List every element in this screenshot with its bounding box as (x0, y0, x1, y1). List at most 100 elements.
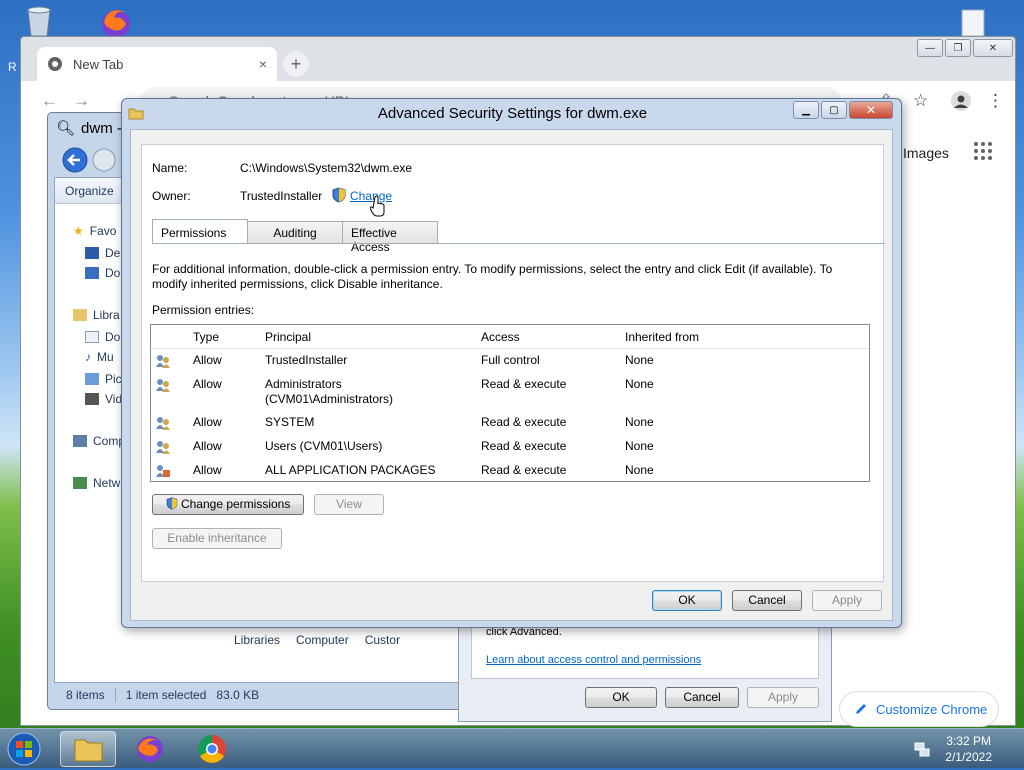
back-arrow-icon[interactable]: ← (41, 91, 58, 111)
table-header: Type Principal Access Inherited from (151, 325, 869, 349)
cancel-button[interactable]: Cancel (732, 590, 802, 611)
row-type: Allow (193, 415, 222, 429)
uac-shield-icon (166, 497, 177, 510)
profile-avatar-icon[interactable] (951, 91, 971, 111)
bookmark-star-icon[interactable]: ☆ (913, 91, 928, 111)
customize-chrome-button[interactable]: Customize Chrome (839, 691, 999, 727)
column-principal[interactable]: Principal (265, 330, 311, 344)
view-button[interactable]: View (314, 494, 384, 515)
access-control-help-link[interactable]: Learn about access control and permissio… (486, 654, 701, 666)
tree-item-libraries[interactable]: Libra (73, 308, 120, 322)
chrome-restore-button[interactable]: ❐ (945, 39, 971, 57)
tree-item-videos[interactable]: Vid (85, 392, 122, 406)
taskbar-chrome-button[interactable] (184, 731, 240, 767)
row-access: Read & execute (481, 377, 567, 391)
libraries-link[interactable]: Libraries (234, 633, 280, 647)
chrome-tab[interactable]: New Tab × (37, 47, 277, 81)
advanced-security-dialog: Advanced Security Settings for dwm.exe ▁… (121, 98, 902, 628)
chrome-tab-title: New Tab (73, 56, 124, 72)
row-access: Read & execute (481, 439, 567, 453)
table-row[interactable]: Allow ALL APPLICATION PACKAGES Read & ex… (151, 463, 869, 483)
tree-item-favorites[interactable]: ★ Favo (73, 224, 116, 238)
dialog-maximize-button[interactable]: ▢ (821, 101, 847, 119)
clock-time: 3:32 PM (946, 734, 991, 748)
taskbar-clock[interactable]: 3:32 PM 2/1/2022 (945, 733, 992, 765)
network-tray-icon[interactable] (914, 741, 930, 757)
row-inherited: None (625, 439, 654, 453)
music-icon: ♪ (85, 350, 91, 364)
enable-inheritance-button[interactable]: Enable inheritance (152, 528, 282, 549)
apply-button[interactable]: Apply (812, 590, 882, 611)
computer-link[interactable]: Computer (296, 633, 349, 647)
users-icon (156, 441, 170, 454)
chrome-minimize-button[interactable]: — (917, 39, 943, 57)
tree-item-pictures[interactable]: Pic (85, 372, 122, 386)
users-icon (156, 417, 170, 430)
row-principal: TrustedInstaller (265, 353, 348, 367)
tab-permissions[interactable]: Permissions (152, 219, 248, 243)
ok-button[interactable]: OK (652, 590, 722, 611)
tab-effective-access[interactable]: Effective Access (342, 221, 438, 254)
permission-entries-table: Type Principal Access Inherited from All… (150, 324, 870, 482)
taskbar-firefox-button[interactable] (122, 731, 178, 767)
properties-ok-button[interactable]: OK (585, 687, 657, 708)
info-text-line1: For additional information, double-click… (152, 262, 833, 276)
desktop-icon (85, 247, 99, 259)
table-row[interactable]: Allow TrustedInstaller Full control None (151, 353, 869, 375)
hand-cursor-icon (370, 195, 385, 217)
row-access: Read & execute (481, 463, 567, 477)
properties-cancel-button[interactable]: Cancel (665, 687, 739, 708)
new-tab-button[interactable]: + (283, 51, 309, 77)
table-row[interactable]: Allow SYSTEM Read & execute None (151, 415, 869, 437)
uac-shield-icon (332, 187, 346, 203)
dialog-title: Advanced Security Settings for dwm.exe (377, 105, 648, 122)
status-selected: 1 item selected (125, 688, 207, 702)
tree-item-documents[interactable]: Do (85, 330, 120, 344)
apps-grid-icon[interactable] (973, 141, 993, 161)
dialog-tabs: Permissions Auditing Effective Access (152, 219, 438, 254)
row-principal: ALL APPLICATION PACKAGES (265, 463, 436, 477)
forward-arrow-icon[interactable]: → (73, 91, 90, 111)
taskbar-explorer-button[interactable] (60, 731, 116, 767)
column-inherited-from[interactable]: Inherited from (625, 330, 699, 344)
start-button[interactable] (4, 731, 48, 767)
tree-item-network[interactable]: Netw (73, 476, 120, 490)
custom-link[interactable]: Custor (365, 633, 400, 647)
clock-date: 2/1/2022 (945, 750, 992, 764)
change-permissions-label: Change permissions (180, 497, 291, 511)
chrome-menu-icon[interactable]: ⋮ (987, 91, 1004, 111)
dialog-panel: Name: C:\Windows\System32\dwm.exe Owner:… (141, 144, 885, 582)
users-icon (156, 379, 170, 392)
tree-item-computer[interactable]: Comp (73, 434, 125, 448)
status-item-count: 8 items (66, 688, 105, 702)
table-row[interactable]: Allow Users (CVM01\Users) Read & execute… (151, 439, 869, 461)
row-type: Allow (193, 463, 222, 477)
change-permissions-button[interactable]: Change permissions (152, 494, 304, 515)
row-principal: Administrators (265, 377, 342, 391)
tree-item-downloads[interactable]: Do (85, 266, 120, 280)
tab-close-icon[interactable]: × (259, 56, 267, 72)
table-row[interactable]: Allow Administrators (CVM01\Administrato… (151, 377, 869, 413)
star-icon: ★ (73, 224, 84, 238)
row-access: Read & execute (481, 415, 567, 429)
properties-apply-button[interactable]: Apply (747, 687, 819, 708)
tab-auditing[interactable]: Auditing (247, 221, 343, 243)
tree-item-desktop[interactable]: De (85, 246, 120, 260)
firefox-desktop-icon[interactable] (96, 4, 132, 40)
desktop-label-partial: R (8, 60, 17, 74)
column-access[interactable]: Access (481, 330, 520, 344)
row-principal: SYSTEM (265, 415, 315, 429)
videos-icon (85, 393, 99, 405)
dialog-minimize-button[interactable]: ▁ (793, 101, 819, 119)
dialog-close-button[interactable]: ✕ (849, 101, 893, 119)
owner-value: TrustedInstaller (240, 189, 323, 203)
name-label: Name: (152, 161, 188, 175)
status-size: 83.0 KB (216, 688, 260, 702)
row-type: Allow (193, 439, 222, 453)
row-inherited: None (625, 415, 654, 429)
chrome-close-button[interactable]: ✕ (973, 39, 1013, 57)
tree-item-music[interactable]: ♪ Mu (85, 350, 114, 364)
images-link[interactable]: Images (903, 145, 949, 161)
taskbar: 3:32 PM 2/1/2022 (0, 728, 1024, 768)
column-type[interactable]: Type (193, 330, 219, 344)
